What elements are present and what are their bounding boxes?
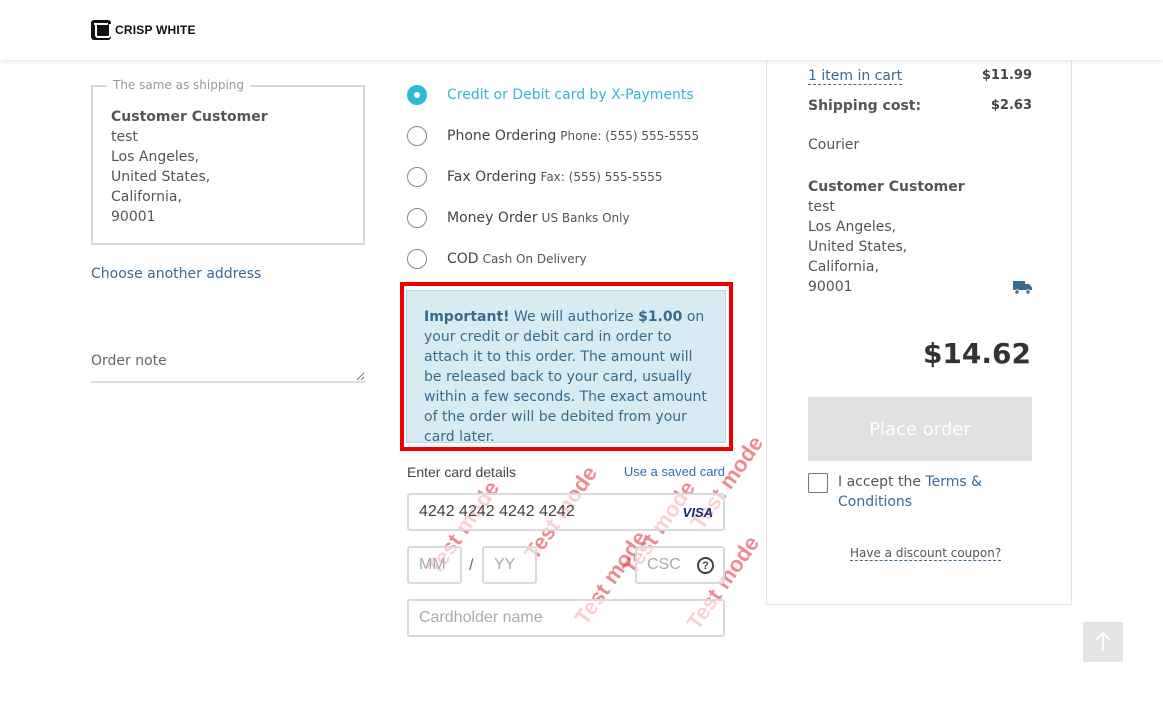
card-number-input[interactable]: 4242 4242 4242 4242 VISA bbox=[407, 493, 725, 531]
payment-method-money-order[interactable]: Money Order US Banks Only bbox=[407, 208, 630, 228]
radio-button[interactable] bbox=[407, 126, 427, 146]
authorization-notice: Important! We will authorize $1.00 on yo… bbox=[406, 290, 726, 445]
cardholder-name-input[interactable]: Cardholder name bbox=[407, 599, 725, 637]
expiry-month-input[interactable]: MM bbox=[407, 546, 462, 584]
radio-button[interactable] bbox=[407, 208, 427, 228]
shipping-cost-value: $2.63 bbox=[990, 98, 1032, 113]
order-note-input[interactable] bbox=[91, 343, 365, 383]
discount-coupon-link[interactable]: Have a discount coupon? bbox=[850, 546, 1002, 561]
help-icon[interactable]: ? bbox=[697, 557, 714, 574]
cart-row: 1 item in cart $11.99 bbox=[808, 68, 1032, 85]
card-number-value: 4242 4242 4242 4242 bbox=[419, 503, 575, 520]
site-header: CRISP WHITE bbox=[0, 0, 1163, 60]
shipping-line: test bbox=[808, 199, 835, 215]
order-total: $14.62 bbox=[922, 337, 1031, 370]
cart-subtotal: $11.99 bbox=[981, 68, 1032, 83]
notice-text: We will authorize bbox=[509, 309, 639, 325]
payment-method-xpayments[interactable]: Credit or Debit card by X-Payments bbox=[407, 85, 694, 105]
accept-terms-text: I accept the Terms & Conditions bbox=[838, 472, 998, 512]
notice-amount: $1.00 bbox=[638, 309, 683, 325]
payment-method-cod[interactable]: COD Cash On Delivery bbox=[407, 249, 587, 269]
shipping-line: Los Angeles, bbox=[808, 219, 897, 235]
shipping-row: Shipping cost: $2.63 bbox=[808, 98, 1032, 114]
billing-line: Los Angeles, bbox=[111, 149, 200, 165]
shipping-cost-label: Shipping cost: bbox=[808, 98, 922, 114]
radio-button[interactable] bbox=[407, 85, 427, 105]
shipping-line: 90001 bbox=[808, 279, 853, 295]
expiry-separator: / bbox=[469, 557, 474, 574]
place-order-button[interactable]: Place order bbox=[808, 397, 1032, 461]
shipping-address: Customer Customer test Los Angeles, Unit… bbox=[808, 177, 965, 297]
order-summary: 1 item in cart $11.99 Shipping cost: $2.… bbox=[766, 30, 1072, 605]
card-details-heading: Enter card details bbox=[407, 464, 516, 480]
payment-method-sub: Cash On Delivery bbox=[482, 252, 587, 266]
radio-button[interactable] bbox=[407, 167, 427, 187]
radio-button[interactable] bbox=[407, 249, 427, 269]
payment-method-label: COD bbox=[447, 251, 479, 267]
accept-terms-checkbox[interactable] bbox=[808, 473, 828, 493]
payment-method-phone[interactable]: Phone Ordering Phone: (555) 555-5555 bbox=[407, 126, 699, 146]
use-saved-card-link[interactable]: Use a saved card bbox=[624, 464, 725, 479]
billing-address-legend: The same as shipping bbox=[107, 78, 251, 92]
payment-method-sub: Phone: (555) 555-5555 bbox=[560, 129, 700, 143]
logo-text: CRISP WHITE bbox=[115, 23, 196, 37]
csc-input[interactable]: CSC ? bbox=[635, 546, 725, 584]
expiry-year-placeholder: YY bbox=[494, 556, 516, 573]
csc-placeholder: CSC bbox=[647, 556, 681, 573]
payment-method-label: Phone Ordering bbox=[447, 128, 557, 144]
card-details-form: Enter card details Use a saved card Test… bbox=[407, 431, 768, 640]
accept-terms-prefix: I accept the bbox=[838, 474, 926, 490]
expiry-year-input[interactable]: YY bbox=[482, 546, 537, 584]
truck-icon bbox=[1013, 281, 1032, 295]
payment-method-sub: US Banks Only bbox=[541, 211, 630, 225]
billing-address-lines: Customer Customer test Los Angeles, Unit… bbox=[111, 107, 268, 227]
billing-line: California, bbox=[111, 189, 182, 205]
visa-logo-icon: VISA bbox=[682, 505, 713, 520]
notice-important: Important! bbox=[424, 309, 510, 325]
shipping-line: California, bbox=[808, 259, 879, 275]
arrow-up-icon bbox=[1095, 632, 1111, 651]
payment-method-label: Money Order bbox=[447, 210, 538, 226]
shipping-line: United States, bbox=[808, 239, 908, 255]
accept-terms: I accept the Terms & Conditions bbox=[808, 472, 998, 512]
billing-address-box: The same as shipping Customer Customer t… bbox=[91, 78, 365, 245]
payment-method-sub: Fax: (555) 555-5555 bbox=[540, 170, 663, 184]
payment-method-label: Credit or Debit card by X-Payments bbox=[447, 87, 694, 103]
cart-logo-icon bbox=[91, 20, 111, 40]
cardholder-name-placeholder: Cardholder name bbox=[419, 609, 543, 626]
logo[interactable]: CRISP WHITE bbox=[91, 20, 196, 40]
billing-line: United States, bbox=[111, 169, 211, 185]
shipping-name: Customer Customer bbox=[808, 179, 965, 195]
billing-line: 90001 bbox=[111, 209, 156, 225]
billing-line: test bbox=[111, 129, 138, 145]
payment-method-fax[interactable]: Fax Ordering Fax: (555) 555-5555 bbox=[407, 167, 663, 187]
billing-name: Customer Customer bbox=[111, 109, 268, 125]
expiry-month-placeholder: MM bbox=[419, 556, 446, 573]
shipping-method: Courier bbox=[808, 137, 860, 153]
items-in-cart-link[interactable]: 1 item in cart bbox=[808, 68, 903, 85]
choose-another-address-link[interactable]: Choose another address bbox=[91, 266, 261, 282]
notice-text: on your credit or debit card in order to… bbox=[424, 309, 707, 445]
scroll-to-top-button[interactable] bbox=[1083, 622, 1123, 662]
payment-method-label: Fax Ordering bbox=[447, 169, 537, 185]
